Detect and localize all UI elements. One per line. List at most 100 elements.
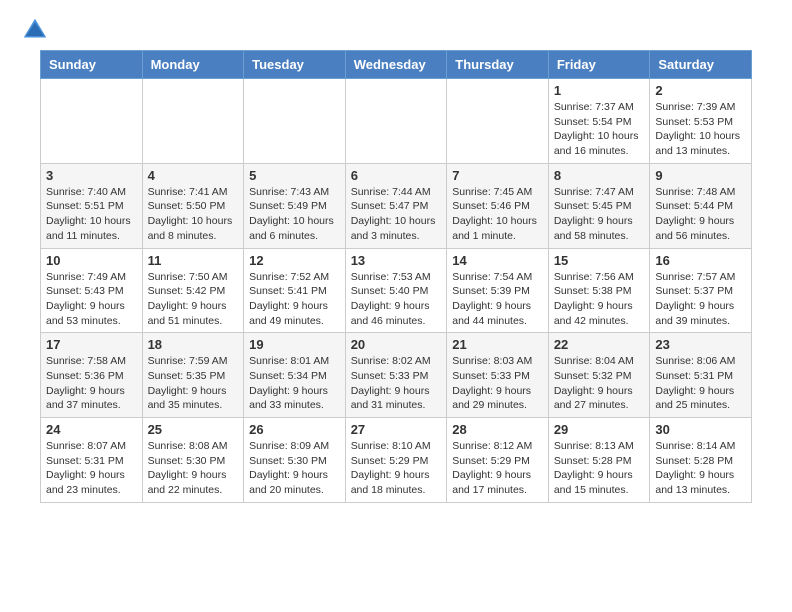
day-number: 25 <box>148 422 239 437</box>
calendar-week-0: 1 Sunrise: 7:37 AM Sunset: 5:54 PM Daylig… <box>41 79 752 164</box>
calendar-cell: 11 Sunrise: 7:50 AM Sunset: 5:42 PM Dayli… <box>142 248 244 333</box>
day-info: Sunrise: 7:57 AM Sunset: 5:37 PM Dayligh… <box>655 270 746 329</box>
calendar-cell: 1 Sunrise: 7:37 AM Sunset: 5:54 PM Daylig… <box>548 79 650 164</box>
day-number: 8 <box>554 168 645 183</box>
calendar-week-2: 10 Sunrise: 7:49 AM Sunset: 5:43 PM Dayli… <box>41 248 752 333</box>
day-info: Sunrise: 7:39 AM Sunset: 5:53 PM Dayligh… <box>655 100 746 159</box>
day-number: 13 <box>351 253 442 268</box>
day-number: 27 <box>351 422 442 437</box>
calendar-cell: 12Sunrise: 7:52 AM Sunset: 5:41 PM Dayli… <box>244 248 346 333</box>
calendar-cell <box>244 79 346 164</box>
day-info: Sunrise: 7:58 AM Sunset: 5:36 PM Dayligh… <box>46 354 137 413</box>
day-info: Sunrise: 7:37 AM Sunset: 5:54 PM Dayligh… <box>554 100 645 159</box>
calendar-cell: 4 Sunrise: 7:41 AM Sunset: 5:50 PM Daylig… <box>142 163 244 248</box>
day-info: Sunrise: 7:40 AM Sunset: 5:51 PM Dayligh… <box>46 185 137 244</box>
day-info: Sunrise: 7:43 AM Sunset: 5:49 PM Dayligh… <box>249 185 340 244</box>
day-number: 19 <box>249 337 340 352</box>
day-number: 30 <box>655 422 746 437</box>
day-info: Sunrise: 8:02 AM Sunset: 5:33 PM Dayligh… <box>351 354 442 413</box>
calendar-cell: 6 Sunrise: 7:44 AM Sunset: 5:47 PM Daylig… <box>345 163 447 248</box>
day-number: 14 <box>452 253 543 268</box>
calendar-cell: 26 Sunrise: 8:09 AM Sunset: 5:30 PM Dayli… <box>244 418 346 503</box>
day-info: Sunrise: 8:13 AM Sunset: 5:28 PM Dayligh… <box>554 439 645 498</box>
day-number: 3 <box>46 168 137 183</box>
day-number: 16 <box>655 253 746 268</box>
day-number: 29 <box>554 422 645 437</box>
column-header-saturday: Saturday <box>650 51 752 79</box>
day-number: 11 <box>148 253 239 268</box>
column-header-wednesday: Wednesday <box>345 51 447 79</box>
calendar-cell: 8 Sunrise: 7:47 AM Sunset: 5:45 PM Daylig… <box>548 163 650 248</box>
column-header-friday: Friday <box>548 51 650 79</box>
calendar-week-1: 3 Sunrise: 7:40 AM Sunset: 5:51 PM Daylig… <box>41 163 752 248</box>
calendar-cell: 27 Sunrise: 8:10 AM Sunset: 5:29 PM Dayli… <box>345 418 447 503</box>
day-info: Sunrise: 7:49 AM Sunset: 5:43 PM Dayligh… <box>46 270 137 329</box>
day-number: 17 <box>46 337 137 352</box>
day-number: 7 <box>452 168 543 183</box>
column-header-monday: Monday <box>142 51 244 79</box>
day-number: 26 <box>249 422 340 437</box>
day-info: Sunrise: 7:50 AM Sunset: 5:42 PM Dayligh… <box>148 270 239 329</box>
page-header <box>0 0 792 50</box>
calendar-cell: 3 Sunrise: 7:40 AM Sunset: 5:51 PM Daylig… <box>41 163 143 248</box>
day-info: Sunrise: 7:44 AM Sunset: 5:47 PM Dayligh… <box>351 185 442 244</box>
column-header-thursday: Thursday <box>447 51 549 79</box>
calendar-cell: 28Sunrise: 8:12 AM Sunset: 5:29 PM Dayli… <box>447 418 549 503</box>
calendar-cell: 7 Sunrise: 7:45 AM Sunset: 5:46 PM Daylig… <box>447 163 549 248</box>
day-info: Sunrise: 8:14 AM Sunset: 5:28 PM Dayligh… <box>655 439 746 498</box>
calendar-table: SundayMondayTuesdayWednesdayThursdayFrid… <box>40 50 752 503</box>
day-info: Sunrise: 8:08 AM Sunset: 5:30 PM Dayligh… <box>148 439 239 498</box>
day-info: Sunrise: 7:45 AM Sunset: 5:46 PM Dayligh… <box>452 185 543 244</box>
logo <box>20 15 54 45</box>
calendar-cell: 14 Sunrise: 7:54 AM Sunset: 5:39 PM Dayli… <box>447 248 549 333</box>
calendar-cell <box>41 79 143 164</box>
calendar-cell: 16 Sunrise: 7:57 AM Sunset: 5:37 PM Dayli… <box>650 248 752 333</box>
calendar-wrapper: SundayMondayTuesdayWednesdayThursdayFrid… <box>0 50 792 523</box>
day-info: Sunrise: 8:03 AM Sunset: 5:33 PM Dayligh… <box>452 354 543 413</box>
calendar-cell: 30 Sunrise: 8:14 AM Sunset: 5:28 PM Dayli… <box>650 418 752 503</box>
day-info: Sunrise: 7:54 AM Sunset: 5:39 PM Dayligh… <box>452 270 543 329</box>
day-number: 28 <box>452 422 543 437</box>
day-info: Sunrise: 8:04 AM Sunset: 5:32 PM Dayligh… <box>554 354 645 413</box>
day-number: 15 <box>554 253 645 268</box>
day-number: 22 <box>554 337 645 352</box>
day-number: 9 <box>655 168 746 183</box>
calendar-cell: 18Sunrise: 7:59 AM Sunset: 5:35 PM Dayli… <box>142 333 244 418</box>
day-number: 24 <box>46 422 137 437</box>
calendar-cell: 20 Sunrise: 8:02 AM Sunset: 5:33 PM Dayli… <box>345 333 447 418</box>
calendar-cell: 13 Sunrise: 7:53 AM Sunset: 5:40 PM Dayli… <box>345 248 447 333</box>
calendar-cell: 21 Sunrise: 8:03 AM Sunset: 5:33 PM Dayli… <box>447 333 549 418</box>
day-number: 6 <box>351 168 442 183</box>
calendar-cell: 2Sunrise: 7:39 AM Sunset: 5:53 PM Daylig… <box>650 79 752 164</box>
day-info: Sunrise: 7:59 AM Sunset: 5:35 PM Dayligh… <box>148 354 239 413</box>
calendar-cell: 9Sunrise: 7:48 AM Sunset: 5:44 PM Daylig… <box>650 163 752 248</box>
day-number: 4 <box>148 168 239 183</box>
calendar-cell <box>142 79 244 164</box>
calendar-cell: 5 Sunrise: 7:43 AM Sunset: 5:49 PM Daylig… <box>244 163 346 248</box>
calendar-cell <box>447 79 549 164</box>
day-info: Sunrise: 7:53 AM Sunset: 5:40 PM Dayligh… <box>351 270 442 329</box>
calendar-header-row: SundayMondayTuesdayWednesdayThursdayFrid… <box>41 51 752 79</box>
calendar-cell: 24 Sunrise: 8:07 AM Sunset: 5:31 PM Dayli… <box>41 418 143 503</box>
calendar-cell: 10 Sunrise: 7:49 AM Sunset: 5:43 PM Dayli… <box>41 248 143 333</box>
day-info: Sunrise: 8:01 AM Sunset: 5:34 PM Dayligh… <box>249 354 340 413</box>
day-number: 1 <box>554 83 645 98</box>
calendar-cell: 15Sunrise: 7:56 AM Sunset: 5:38 PM Dayli… <box>548 248 650 333</box>
day-info: Sunrise: 7:52 AM Sunset: 5:41 PM Dayligh… <box>249 270 340 329</box>
calendar-cell: 22 Sunrise: 8:04 AM Sunset: 5:32 PM Dayli… <box>548 333 650 418</box>
calendar-week-4: 24 Sunrise: 8:07 AM Sunset: 5:31 PM Dayli… <box>41 418 752 503</box>
day-number: 21 <box>452 337 543 352</box>
day-number: 5 <box>249 168 340 183</box>
logo-icon <box>20 15 50 45</box>
day-info: Sunrise: 8:09 AM Sunset: 5:30 PM Dayligh… <box>249 439 340 498</box>
calendar-cell: 23Sunrise: 8:06 AM Sunset: 5:31 PM Dayli… <box>650 333 752 418</box>
day-number: 10 <box>46 253 137 268</box>
day-info: Sunrise: 7:47 AM Sunset: 5:45 PM Dayligh… <box>554 185 645 244</box>
calendar-cell: 25 Sunrise: 8:08 AM Sunset: 5:30 PM Dayli… <box>142 418 244 503</box>
day-number: 20 <box>351 337 442 352</box>
day-info: Sunrise: 7:41 AM Sunset: 5:50 PM Dayligh… <box>148 185 239 244</box>
day-info: Sunrise: 8:06 AM Sunset: 5:31 PM Dayligh… <box>655 354 746 413</box>
column-header-sunday: Sunday <box>41 51 143 79</box>
day-info: Sunrise: 8:07 AM Sunset: 5:31 PM Dayligh… <box>46 439 137 498</box>
day-info: Sunrise: 8:10 AM Sunset: 5:29 PM Dayligh… <box>351 439 442 498</box>
